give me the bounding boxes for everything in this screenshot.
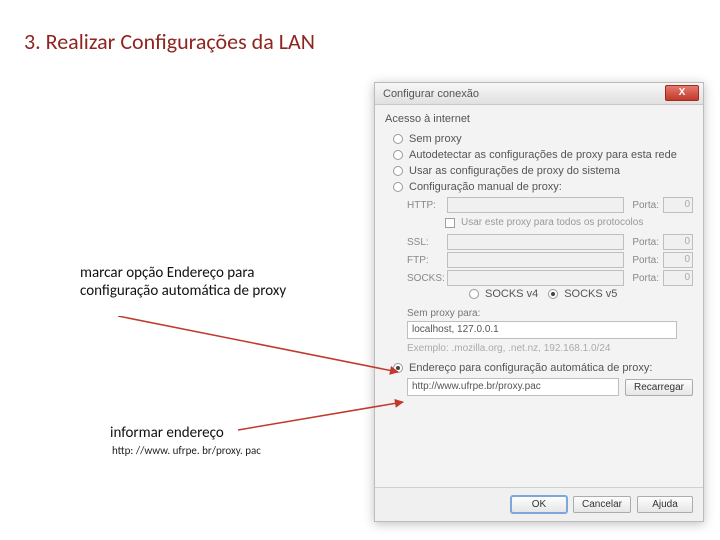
socks-row: SOCKS: Porta: 0 (407, 270, 693, 286)
dialog-titlebar: Configurar conexão X (375, 83, 703, 105)
ssl-row: SSL: Porta: 0 (407, 234, 693, 250)
option-autodetect[interactable]: Autodetectar as configurações de proxy p… (385, 147, 693, 163)
option-label: Usar as configurações de proxy do sistem… (409, 165, 620, 177)
option-label: Sem proxy (409, 133, 462, 145)
ftp-port-input[interactable]: 0 (663, 252, 693, 268)
dialog-body: Acesso à internet Sem proxy Autodetectar… (375, 105, 703, 487)
field-label: SSL: (407, 237, 443, 248)
same-proxy-row[interactable]: Usar este proxy para todos os protocolos (407, 215, 693, 232)
option-no-proxy[interactable]: Sem proxy (385, 131, 693, 147)
ssl-port-input[interactable]: 0 (663, 234, 693, 250)
socks-v4-option[interactable]: SOCKS v4 (469, 288, 538, 300)
ok-button[interactable]: OK (511, 496, 567, 513)
pac-url-input[interactable]: http://www.ufrpe.br/proxy.pac (407, 378, 619, 396)
dialog-button-bar: OK Cancelar Ajuda (375, 487, 703, 521)
option-label: SOCKS v5 (564, 288, 617, 300)
annotation-enter-address: informar endereço (110, 424, 224, 442)
socks-version-row: SOCKS v4 SOCKS v5 (469, 288, 693, 300)
socks-input[interactable] (447, 270, 624, 286)
section-label: Acesso à internet (385, 113, 693, 125)
option-system-proxy[interactable]: Usar as configurações de proxy do sistem… (385, 163, 693, 179)
http-input[interactable] (447, 197, 624, 213)
pac-row: http://www.ufrpe.br/proxy.pac Recarregar (407, 378, 693, 396)
socks-port-input[interactable]: 0 (663, 270, 693, 286)
annotation-enter-address-sub: http: //www. ufrpe. br/proxy. pac (112, 444, 261, 457)
http-row: HTTP: Porta: 0 (407, 197, 693, 213)
radio-icon (393, 363, 403, 373)
option-label: Endereço para configuração automática de… (409, 362, 652, 374)
radio-icon (393, 150, 403, 160)
field-label: HTTP: (407, 200, 443, 211)
arrow-icon (118, 316, 408, 376)
ftp-input[interactable] (447, 252, 624, 268)
option-label: SOCKS v4 (485, 288, 538, 300)
port-label: Porta: (632, 200, 659, 211)
option-label: Configuração manual de proxy: (409, 181, 562, 193)
option-label: Autodetectar as configurações de proxy p… (409, 149, 677, 161)
reload-button[interactable]: Recarregar (625, 379, 693, 396)
port-label: Porta: (632, 255, 659, 266)
radio-icon (393, 182, 403, 192)
noproxy-label: Sem proxy para: (385, 304, 693, 321)
option-manual-proxy[interactable]: Configuração manual de proxy: (385, 179, 693, 195)
port-label: Porta: (632, 237, 659, 248)
field-label: SOCKS: (407, 273, 443, 284)
slide-title: 3. Realizar Configurações da LAN (24, 28, 315, 55)
radio-icon (393, 166, 403, 176)
field-label: FTP: (407, 255, 443, 266)
close-button[interactable]: X (665, 85, 699, 101)
radio-icon (393, 134, 403, 144)
dialog-title: Configurar conexão (383, 88, 479, 100)
help-button[interactable]: Ajuda (637, 496, 693, 513)
manual-proxy-fields: HTTP: Porta: 0 Usar este proxy para todo… (385, 197, 693, 300)
annotation-mark-option: marcar opção Endereço para configuração … (80, 264, 300, 300)
radio-icon (548, 289, 558, 299)
noproxy-example: Exemplo: .mozilla.org, .net.nz, 192.168.… (407, 343, 693, 354)
option-pac[interactable]: Endereço para configuração automática de… (385, 360, 693, 376)
checkbox-icon (445, 218, 455, 228)
radio-icon (469, 289, 479, 299)
proxy-dialog: Configurar conexão X Acesso à internet S… (374, 82, 704, 522)
ftp-row: FTP: Porta: 0 (407, 252, 693, 268)
http-port-input[interactable]: 0 (663, 197, 693, 213)
checkbox-label: Usar este proxy para todos os protocolos (461, 217, 643, 228)
socks-v5-option[interactable]: SOCKS v5 (548, 288, 617, 300)
port-label: Porta: (632, 273, 659, 284)
noproxy-input[interactable]: localhost, 127.0.0.1 (407, 321, 677, 339)
cancel-button[interactable]: Cancelar (573, 496, 631, 513)
ssl-input[interactable] (447, 234, 624, 250)
